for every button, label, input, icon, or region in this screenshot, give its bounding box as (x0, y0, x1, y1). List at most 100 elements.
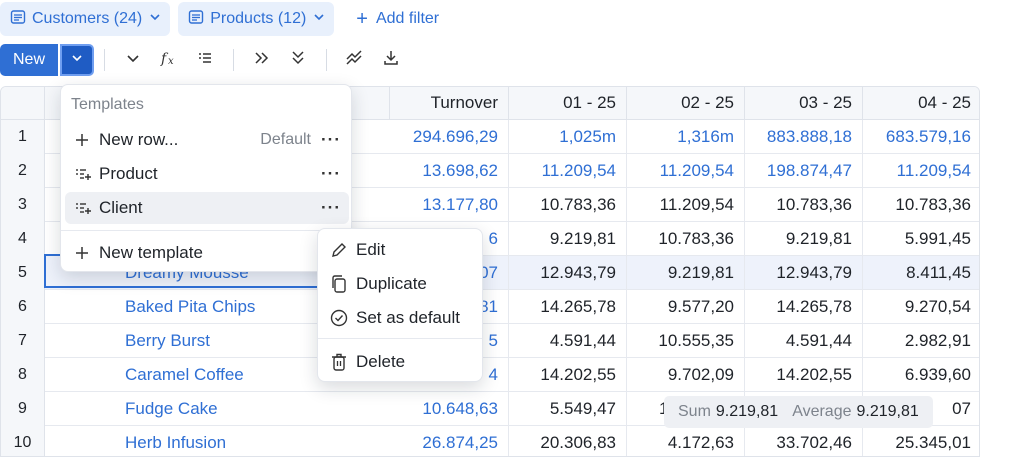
table-cell[interactable]: 6.939,60 (863, 358, 979, 392)
new-dropdown-button[interactable] (60, 44, 95, 76)
template-item-label: Client (99, 198, 143, 217)
table-cell[interactable]: 9.702,09 (627, 358, 745, 392)
new-button[interactable]: New (0, 44, 59, 76)
table-cell[interactable]: 14.265,78 (509, 290, 627, 324)
plus-icon: + (356, 8, 368, 30)
download-icon (383, 50, 399, 71)
table-cell[interactable]: 294.696,29 (390, 120, 509, 154)
table-cell[interactable]: 26.874,25 (390, 426, 509, 456)
table-cell[interactable]: 9.219,81 (745, 222, 863, 256)
table-cell[interactable]: 12.943,79 (509, 256, 627, 290)
expand-right-button[interactable] (244, 44, 280, 76)
table-cell[interactable]: 4.172,63 (627, 426, 745, 456)
table-cell[interactable]: 14.202,55 (509, 358, 627, 392)
table-cell[interactable]: 10.783,36 (863, 188, 979, 222)
expand-down-button[interactable] (280, 44, 316, 76)
table-row[interactable]: 8 Caramel Coffee 4 14.202,55 9.702,09 14… (1, 358, 979, 392)
table-cell[interactable]: 10.783,36 (509, 188, 627, 222)
column-header[interactable]: 02 - 25 (627, 87, 745, 120)
table-cell[interactable]: 1,025m (509, 120, 627, 154)
download-button[interactable] (373, 44, 409, 76)
filter-chip-products[interactable]: Products (12) (178, 2, 335, 36)
table-cell[interactable]: 9.270,54 (863, 290, 979, 324)
trend-button[interactable] (337, 44, 373, 76)
table-row[interactable]: 6 Baked Pita Chips 81 14.265,78 9.577,20… (1, 290, 979, 324)
chevron-down-icon[interactable] (312, 10, 326, 29)
table-cell[interactable]: 33.702,46 (745, 426, 863, 456)
table-cell[interactable]: 5.991,45 (863, 222, 979, 256)
table-cell[interactable]: 883.888,18 (745, 120, 863, 154)
templates-header: Templates (71, 96, 144, 113)
table-cell[interactable]: 9.219,81 (509, 222, 627, 256)
table-cell[interactable]: 11.209,54 (509, 154, 627, 188)
table-cell[interactable]: 4.591,44 (509, 324, 627, 358)
filter-chip-label: Customers (24) (32, 10, 143, 27)
new-template-label: New template (99, 243, 203, 262)
row-name[interactable]: Berry Burst (125, 324, 210, 358)
chevron-down-icon[interactable] (148, 10, 162, 29)
corner-header (1, 87, 45, 120)
template-item-new-row[interactable]: New row... Default ··· (65, 124, 349, 156)
table-cell[interactable]: 14.202,55 (745, 358, 863, 392)
trend-icon (346, 49, 364, 71)
add-filter-label: Add filter (375, 10, 440, 27)
table-cell[interactable]: 11.209,54 (863, 154, 979, 188)
table-row[interactable]: 10 Herb Infusion 26.874,25 20.306,83 4.1… (1, 426, 979, 456)
table-cell[interactable]: 13.698,62 (390, 154, 509, 188)
copy-icon (330, 275, 348, 293)
table-cell[interactable]: 1,316m (627, 120, 745, 154)
table-cell[interactable]: 8.411,45 (863, 256, 979, 290)
more-icon[interactable]: ··· (321, 198, 341, 218)
table-cell[interactable]: 20.306,83 (509, 426, 627, 456)
table-cell[interactable]: 10.783,36 (745, 188, 863, 222)
collapse-button[interactable] (115, 44, 151, 76)
formula-button[interactable]: fx (151, 44, 187, 76)
list-view-icon (197, 50, 213, 71)
table-cell[interactable]: 10.648,63 (390, 392, 509, 426)
table-cell[interactable]: 10.783,36 (627, 222, 745, 256)
selection-summary: Sum 9.219,81 Average 9.219,81 (664, 396, 933, 428)
table-cell[interactable]: 4.591,44 (745, 324, 863, 358)
filter-chip-customers[interactable]: Customers (24) (0, 2, 171, 36)
menu-divider (318, 338, 482, 339)
filter-chip-label: Products (12) (210, 10, 307, 27)
table-cell[interactable]: 14.265,78 (745, 290, 863, 324)
list-view-button[interactable] (187, 44, 223, 76)
expand-down-icon (290, 50, 306, 71)
template-item-product[interactable]: Product ··· (65, 158, 349, 190)
table-cell[interactable]: 11.209,54 (627, 154, 745, 188)
column-header[interactable]: 04 - 25 (863, 87, 979, 120)
chevron-down-icon (125, 50, 141, 71)
table-cell[interactable]: 9.577,20 (627, 290, 745, 324)
table-cell[interactable]: 198.874,47 (745, 154, 863, 188)
table-cell[interactable]: 683.579,16 (863, 120, 979, 154)
column-header[interactable]: Turnover (390, 87, 509, 120)
set-default-menu-item[interactable]: Set as default (318, 302, 484, 334)
table-row[interactable]: 7 Berry Burst 5 4.591,44 10.555,35 4.591… (1, 324, 979, 358)
row-name[interactable]: Fudge Cake (125, 392, 218, 426)
duplicate-menu-item[interactable]: Duplicate (318, 268, 484, 300)
table-cell[interactable]: 9.219,81 (627, 256, 745, 290)
table-cell[interactable]: 2.982,91 (863, 324, 979, 358)
row-name[interactable]: Baked Pita Chips (125, 290, 255, 324)
delete-menu-item[interactable]: Delete (318, 346, 484, 378)
row-name[interactable]: Caramel Coffee (125, 358, 244, 392)
table-cell[interactable]: 12.943,79 (745, 256, 863, 290)
row-number: 6 (1, 290, 45, 324)
more-icon[interactable]: ··· (321, 164, 341, 184)
template-item-client[interactable]: Client ··· (65, 192, 349, 224)
add-filter-button[interactable]: + Add filter (342, 9, 439, 29)
table-cell[interactable]: 5.549,47 (509, 392, 627, 426)
column-header[interactable]: 01 - 25 (509, 87, 627, 120)
row-number: 4 (1, 222, 45, 256)
table-cell[interactable]: 13.177,80 (390, 188, 509, 222)
more-icon[interactable]: ··· (321, 130, 341, 150)
table-cell[interactable]: 10.555,35 (627, 324, 745, 358)
table-cell[interactable]: 11.209,54 (627, 188, 745, 222)
column-header[interactable]: 03 - 25 (745, 87, 863, 120)
edit-menu-item[interactable]: Edit (318, 234, 484, 266)
row-name[interactable]: Herb Infusion (125, 426, 226, 456)
new-template-button[interactable]: New template (65, 237, 349, 269)
table-cell[interactable]: 25.345,01 (863, 426, 979, 456)
menu-item-label: Duplicate (356, 274, 427, 293)
